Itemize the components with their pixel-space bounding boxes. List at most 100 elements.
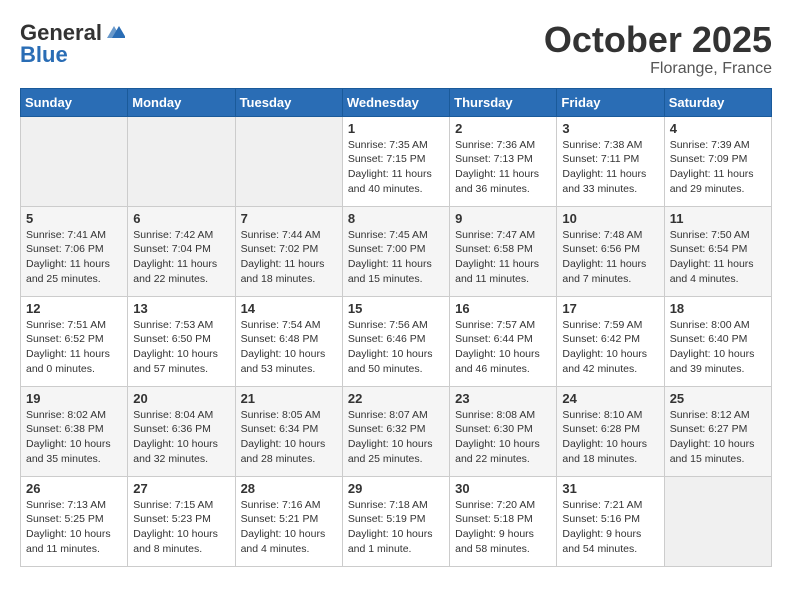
calendar-cell: 1 Sunrise: 7:35 AMSunset: 7:15 PMDaylight… <box>342 116 449 206</box>
weekday-header: Friday <box>557 88 664 116</box>
month-title: October 2025 <box>544 20 772 60</box>
day-info: Sunrise: 7:13 AMSunset: 5:25 PMDaylight:… <box>26 499 111 555</box>
calendar-cell: 9 Sunrise: 7:47 AMSunset: 6:58 PMDaylight… <box>450 206 557 296</box>
calendar-cell: 30Sunrise: 7:20 AMSunset: 5:18 PMDayligh… <box>450 476 557 566</box>
day-number: 3 <box>562 121 658 136</box>
day-number: 16 <box>455 301 551 316</box>
logo: General Blue <box>20 20 126 68</box>
calendar-cell: 31 Sunrise: 7:21 AMSunset: 5:16 PMDayligh… <box>557 476 664 566</box>
calendar-cell: 3 Sunrise: 7:38 AMSunset: 7:11 PMDaylight… <box>557 116 664 206</box>
weekday-header: Tuesday <box>235 88 342 116</box>
day-number: 4 <box>670 121 766 136</box>
calendar-cell: 15 Sunrise: 7:56 AMSunset: 6:46 PMDayligh… <box>342 296 449 386</box>
day-info: Sunrise: 7:21 AMSunset: 5:16 PMDaylight:… <box>562 499 642 555</box>
weekday-header: Monday <box>128 88 235 116</box>
day-info: Sunrise: 7:36 AMSunset: 7:13 PMDaylight:… <box>455 139 539 195</box>
calendar-cell: 11 Sunrise: 7:50 AMSunset: 6:54 PMDayligh… <box>664 206 771 296</box>
day-number: 9 <box>455 211 551 226</box>
day-number: 17 <box>562 301 658 316</box>
day-info: Sunrise: 7:50 AMSunset: 6:54 PMDaylight:… <box>670 229 754 285</box>
day-number: 7 <box>241 211 337 226</box>
day-number: 25 <box>670 391 766 406</box>
day-number: 1 <box>348 121 444 136</box>
day-info: Sunrise: 7:54 AMSunset: 6:48 PMDaylight:… <box>241 319 326 375</box>
day-info: Sunrise: 8:08 AMSunset: 6:30 PMDaylight:… <box>455 409 540 465</box>
calendar-cell: 19Sunrise: 8:02 AMSunset: 6:38 PMDayligh… <box>21 386 128 476</box>
day-info: Sunrise: 7:35 AMSunset: 7:15 PMDaylight:… <box>348 139 432 195</box>
day-info: Sunrise: 7:15 AMSunset: 5:23 PMDaylight:… <box>133 499 218 555</box>
calendar-cell: 25Sunrise: 8:12 AMSunset: 6:27 PMDayligh… <box>664 386 771 476</box>
day-info: Sunrise: 8:04 AMSunset: 6:36 PMDaylight:… <box>133 409 218 465</box>
calendar-cell: 8Sunrise: 7:45 AMSunset: 7:00 PMDaylight… <box>342 206 449 296</box>
calendar-cell <box>21 116 128 206</box>
day-info: Sunrise: 8:10 AMSunset: 6:28 PMDaylight:… <box>562 409 647 465</box>
day-number: 14 <box>241 301 337 316</box>
day-info: Sunrise: 7:38 AMSunset: 7:11 PMDaylight:… <box>562 139 646 195</box>
calendar-cell: 6 Sunrise: 7:42 AMSunset: 7:04 PMDaylight… <box>128 206 235 296</box>
weekday-header: Sunday <box>21 88 128 116</box>
calendar-cell: 13 Sunrise: 7:53 AMSunset: 6:50 PMDayligh… <box>128 296 235 386</box>
day-info: Sunrise: 7:45 AMSunset: 7:00 PMDaylight:… <box>348 229 432 285</box>
weekday-header: Saturday <box>664 88 771 116</box>
logo-blue: Blue <box>20 42 68 68</box>
day-number: 28 <box>241 481 337 496</box>
calendar-cell: 27 Sunrise: 7:15 AMSunset: 5:23 PMDayligh… <box>128 476 235 566</box>
day-info: Sunrise: 7:48 AMSunset: 6:56 PMDaylight:… <box>562 229 646 285</box>
day-number: 21 <box>241 391 337 406</box>
calendar-cell: 16 Sunrise: 7:57 AMSunset: 6:44 PMDayligh… <box>450 296 557 386</box>
calendar-cell: 22Sunrise: 8:07 AMSunset: 6:32 PMDayligh… <box>342 386 449 476</box>
calendar-cell: 26 Sunrise: 7:13 AMSunset: 5:25 PMDayligh… <box>21 476 128 566</box>
day-number: 18 <box>670 301 766 316</box>
day-info: Sunrise: 7:56 AMSunset: 6:46 PMDaylight:… <box>348 319 433 375</box>
location: Florange, France <box>544 60 772 78</box>
day-info: Sunrise: 7:39 AMSunset: 7:09 PMDaylight:… <box>670 139 754 195</box>
day-info: Sunrise: 7:51 AMSunset: 6:52 PMDaylight:… <box>26 319 110 375</box>
calendar-cell: 29 Sunrise: 7:18 AMSunset: 5:19 PMDayligh… <box>342 476 449 566</box>
day-info: Sunrise: 8:00 AMSunset: 6:40 PMDaylight:… <box>670 319 755 375</box>
day-number: 26 <box>26 481 122 496</box>
day-info: Sunrise: 7:53 AMSunset: 6:50 PMDaylight:… <box>133 319 218 375</box>
calendar-cell: 7Sunrise: 7:44 AMSunset: 7:02 PMDaylight… <box>235 206 342 296</box>
day-number: 27 <box>133 481 229 496</box>
day-number: 11 <box>670 211 766 226</box>
logo-icon <box>103 24 125 42</box>
calendar-cell <box>128 116 235 206</box>
day-number: 29 <box>348 481 444 496</box>
day-number: 23 <box>455 391 551 406</box>
day-number: 5 <box>26 211 122 226</box>
day-number: 22 <box>348 391 444 406</box>
day-number: 15 <box>348 301 444 316</box>
calendar-cell: 4 Sunrise: 7:39 AMSunset: 7:09 PMDaylight… <box>664 116 771 206</box>
day-number: 30 <box>455 481 551 496</box>
day-number: 31 <box>562 481 658 496</box>
day-info: Sunrise: 7:16 AMSunset: 5:21 PMDaylight:… <box>241 499 326 555</box>
day-info: Sunrise: 7:42 AMSunset: 7:04 PMDaylight:… <box>133 229 217 285</box>
calendar-cell: 28 Sunrise: 7:16 AMSunset: 5:21 PMDayligh… <box>235 476 342 566</box>
calendar-cell <box>664 476 771 566</box>
calendar-cell: 17 Sunrise: 7:59 AMSunset: 6:42 PMDayligh… <box>557 296 664 386</box>
weekday-header: Thursday <box>450 88 557 116</box>
calendar-cell <box>235 116 342 206</box>
day-info: Sunrise: 7:41 AMSunset: 7:06 PMDaylight:… <box>26 229 110 285</box>
weekday-header: Wednesday <box>342 88 449 116</box>
calendar-cell: 23 Sunrise: 8:08 AMSunset: 6:30 PMDayligh… <box>450 386 557 476</box>
day-info: Sunrise: 8:05 AMSunset: 6:34 PMDaylight:… <box>241 409 326 465</box>
day-info: Sunrise: 7:59 AMSunset: 6:42 PMDaylight:… <box>562 319 647 375</box>
day-number: 19 <box>26 391 122 406</box>
day-number: 6 <box>133 211 229 226</box>
day-info: Sunrise: 7:57 AMSunset: 6:44 PMDaylight:… <box>455 319 540 375</box>
day-number: 12 <box>26 301 122 316</box>
calendar-cell: 12 Sunrise: 7:51 AMSunset: 6:52 PMDayligh… <box>21 296 128 386</box>
calendar-cell: 10 Sunrise: 7:48 AMSunset: 6:56 PMDayligh… <box>557 206 664 296</box>
day-info: Sunrise: 7:18 AMSunset: 5:19 PMDaylight:… <box>348 499 433 555</box>
calendar-cell: 18 Sunrise: 8:00 AMSunset: 6:40 PMDayligh… <box>664 296 771 386</box>
calendar-cell: 2 Sunrise: 7:36 AMSunset: 7:13 PMDaylight… <box>450 116 557 206</box>
day-number: 13 <box>133 301 229 316</box>
page-header: General Blue October 2025 Florange, Fran… <box>20 20 772 78</box>
day-number: 2 <box>455 121 551 136</box>
day-info: Sunrise: 7:47 AMSunset: 6:58 PMDaylight:… <box>455 229 539 285</box>
day-number: 10 <box>562 211 658 226</box>
day-number: 20 <box>133 391 229 406</box>
day-number: 24 <box>562 391 658 406</box>
calendar-cell: 14 Sunrise: 7:54 AMSunset: 6:48 PMDayligh… <box>235 296 342 386</box>
